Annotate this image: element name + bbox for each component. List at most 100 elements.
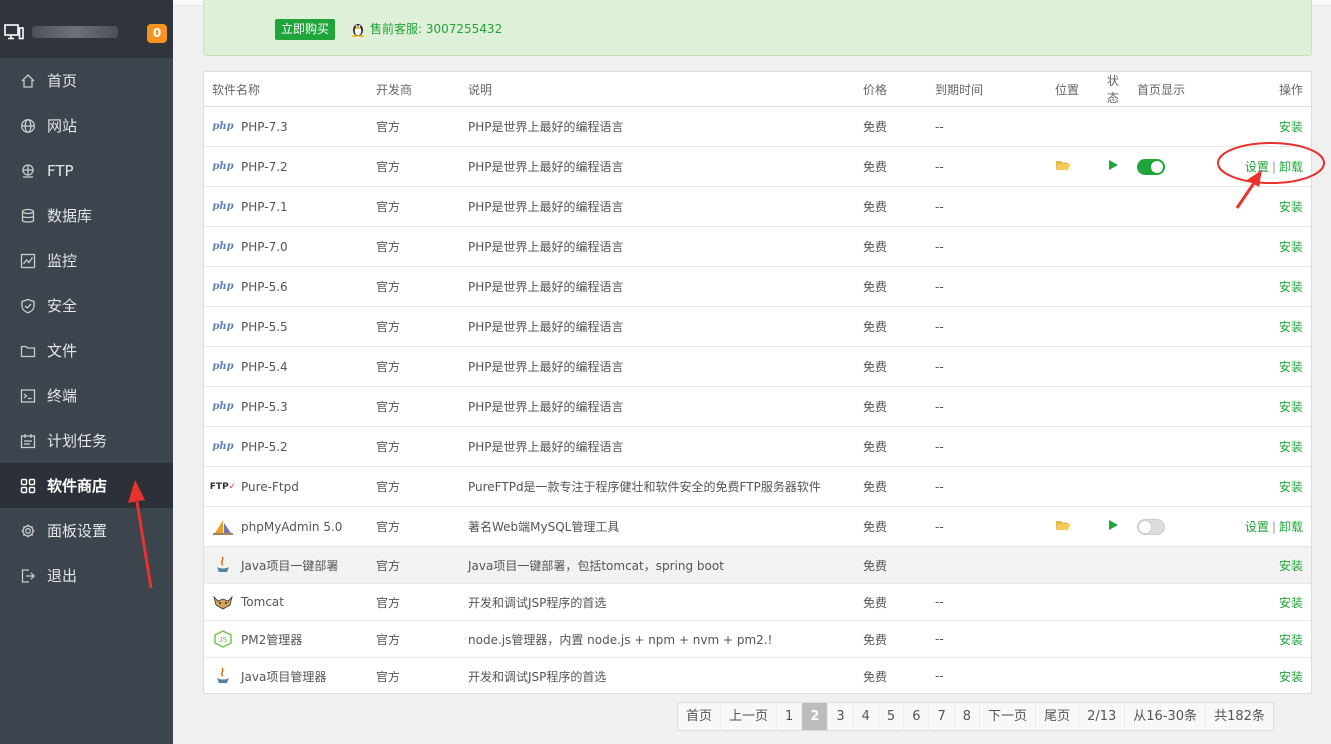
expire-cell: --: [927, 386, 1047, 427]
sidebar-item-ftp[interactable]: FTP: [0, 148, 173, 193]
page-button[interactable]: 上一页: [720, 703, 777, 730]
sidebar-item-monitor-chart[interactable]: 监控: [0, 238, 173, 283]
sidebar-item-home[interactable]: 首页: [0, 58, 173, 103]
presales-support-text: 售前客服: 3007255432: [370, 22, 503, 36]
install-link[interactable]: 安装: [1279, 480, 1303, 494]
php-logo-icon: php: [212, 241, 234, 252]
sidebar-item-database[interactable]: 数据库: [0, 193, 173, 238]
home-display-cell: [1129, 266, 1224, 307]
operation-cell: 安装: [1224, 266, 1311, 307]
table-row: phpMyAdmin 5.0 官方 著名Web端MySQL管理工具 免费 -- 设置 | 卸载: [204, 506, 1311, 547]
page-button[interactable]: 5: [877, 703, 904, 730]
buy-now-button[interactable]: 立即购买: [275, 19, 335, 40]
operation-cell: 安装: [1224, 106, 1311, 147]
install-link[interactable]: 安装: [1279, 200, 1303, 214]
table-row: php PHP-5.4 官方 PHP是世界上最好的编程语言 免费 -- 安装: [204, 346, 1311, 387]
sidebar-item-calendar[interactable]: 计划任务: [0, 418, 173, 463]
page-button[interactable]: 6: [903, 703, 929, 730]
install-link[interactable]: 安装: [1279, 360, 1303, 374]
install-link[interactable]: 安装: [1279, 596, 1303, 610]
table-row: php PHP-5.5 官方 PHP是世界上最好的编程语言 免费 -- 安装: [204, 306, 1311, 347]
sidebar-item-globe[interactable]: 网站: [0, 103, 173, 148]
price-cell: 免费: [855, 546, 927, 584]
page-info: 共182条: [1205, 703, 1273, 730]
price-cell: 免费: [855, 106, 927, 147]
play-icon[interactable]: [1107, 159, 1119, 171]
page-button[interactable]: 8: [953, 703, 980, 730]
status-cell: [1099, 426, 1129, 467]
software-name-cell: Tomcat: [204, 583, 368, 621]
location-cell: [1047, 658, 1099, 695]
install-link[interactable]: 安装: [1279, 280, 1303, 294]
sidebar-item-logout[interactable]: 退出: [0, 553, 173, 598]
price-cell: 免费: [855, 466, 927, 507]
uninstall-link[interactable]: 卸载: [1279, 160, 1303, 174]
folder-open-icon[interactable]: [1055, 519, 1071, 531]
table-row: php PHP-7.3 官方 PHP是世界上最好的编程语言 免费 -- 安装: [204, 106, 1311, 147]
settings-link[interactable]: 设置: [1245, 160, 1269, 174]
software-name: PHP-5.2: [241, 439, 288, 454]
status-cell: [1099, 546, 1129, 584]
presales-support[interactable]: 售前客服: 3007255432: [351, 20, 502, 37]
page-button[interactable]: 3: [827, 703, 853, 730]
uninstall-link[interactable]: 卸载: [1279, 520, 1303, 534]
software-name-cell: php PHP-5.5: [204, 306, 368, 347]
page-button[interactable]: 4: [852, 703, 878, 730]
page-button[interactable]: 尾页: [1035, 703, 1079, 730]
page-button[interactable]: 1: [776, 703, 802, 730]
description-cell: Java项目一键部署，包括tomcat，spring boot: [460, 546, 855, 584]
globe-icon: [20, 118, 36, 134]
sidebar-item-grid[interactable]: 软件商店: [0, 463, 173, 508]
install-link[interactable]: 安装: [1279, 320, 1303, 334]
description-cell: 著名Web端MySQL管理工具: [460, 506, 855, 547]
page-button[interactable]: 2: [801, 703, 828, 730]
location-cell: [1047, 546, 1099, 584]
folder-open-icon[interactable]: [1055, 159, 1071, 171]
software-name-cell: php PHP-5.3: [204, 386, 368, 427]
install-link[interactable]: 安装: [1279, 400, 1303, 414]
software-name: Tomcat: [241, 595, 284, 609]
software-name: PHP-7.3: [241, 119, 288, 134]
page-button[interactable]: 7: [928, 703, 954, 730]
software-name-cell: php PHP-5.6: [204, 266, 368, 307]
ftp-icon: [20, 163, 36, 179]
page-button[interactable]: 首页: [678, 703, 721, 730]
software-name: PM2管理器: [241, 632, 303, 647]
operation-cell: 安装: [1224, 658, 1311, 695]
status-cell: [1099, 620, 1129, 658]
install-link[interactable]: 安装: [1279, 633, 1303, 647]
notification-badge[interactable]: 0: [147, 24, 167, 43]
play-icon[interactable]: [1107, 519, 1119, 531]
sidebar-item-terminal[interactable]: 终端: [0, 373, 173, 418]
install-link[interactable]: 安装: [1279, 440, 1303, 454]
col-header-op: 操作: [1224, 72, 1311, 107]
install-link[interactable]: 安装: [1279, 670, 1303, 684]
logout-icon: [20, 568, 36, 584]
home-display-toggle[interactable]: [1137, 158, 1165, 175]
install-link[interactable]: 安装: [1279, 559, 1303, 573]
install-link[interactable]: 安装: [1279, 240, 1303, 254]
developer-cell: 官方: [376, 669, 401, 684]
install-link[interactable]: 安装: [1279, 120, 1303, 134]
developer-cell: 官方: [368, 146, 460, 187]
col-header-name: 软件名称: [204, 72, 368, 107]
sidebar-item-shield[interactable]: 安全: [0, 283, 173, 328]
price-cell: 免费: [855, 186, 927, 227]
page-button[interactable]: 下一页: [979, 703, 1036, 730]
home-icon: [20, 73, 36, 89]
home-display-toggle[interactable]: [1137, 518, 1165, 535]
expire-cell: --: [927, 266, 1047, 307]
status-cell: [1099, 146, 1129, 187]
description-cell: node.js管理器，内置 node.js + npm + nvm + pm2.…: [460, 620, 855, 658]
sidebar-item-gear[interactable]: 面板设置: [0, 508, 173, 553]
software-name: PHP-5.5: [241, 319, 288, 334]
location-cell: [1047, 106, 1099, 147]
col-header-location: 位置: [1047, 72, 1099, 107]
settings-link[interactable]: 设置: [1245, 520, 1269, 534]
nodejs-logo-icon: JS: [212, 630, 234, 648]
home-display-cell: [1129, 546, 1224, 584]
sidebar-item-folder[interactable]: 文件: [0, 328, 173, 373]
software-name-cell: JS PM2管理器: [204, 620, 368, 658]
description-cell: PHP是世界上最好的编程语言: [460, 146, 855, 187]
col-header-status: 状态: [1099, 72, 1129, 107]
